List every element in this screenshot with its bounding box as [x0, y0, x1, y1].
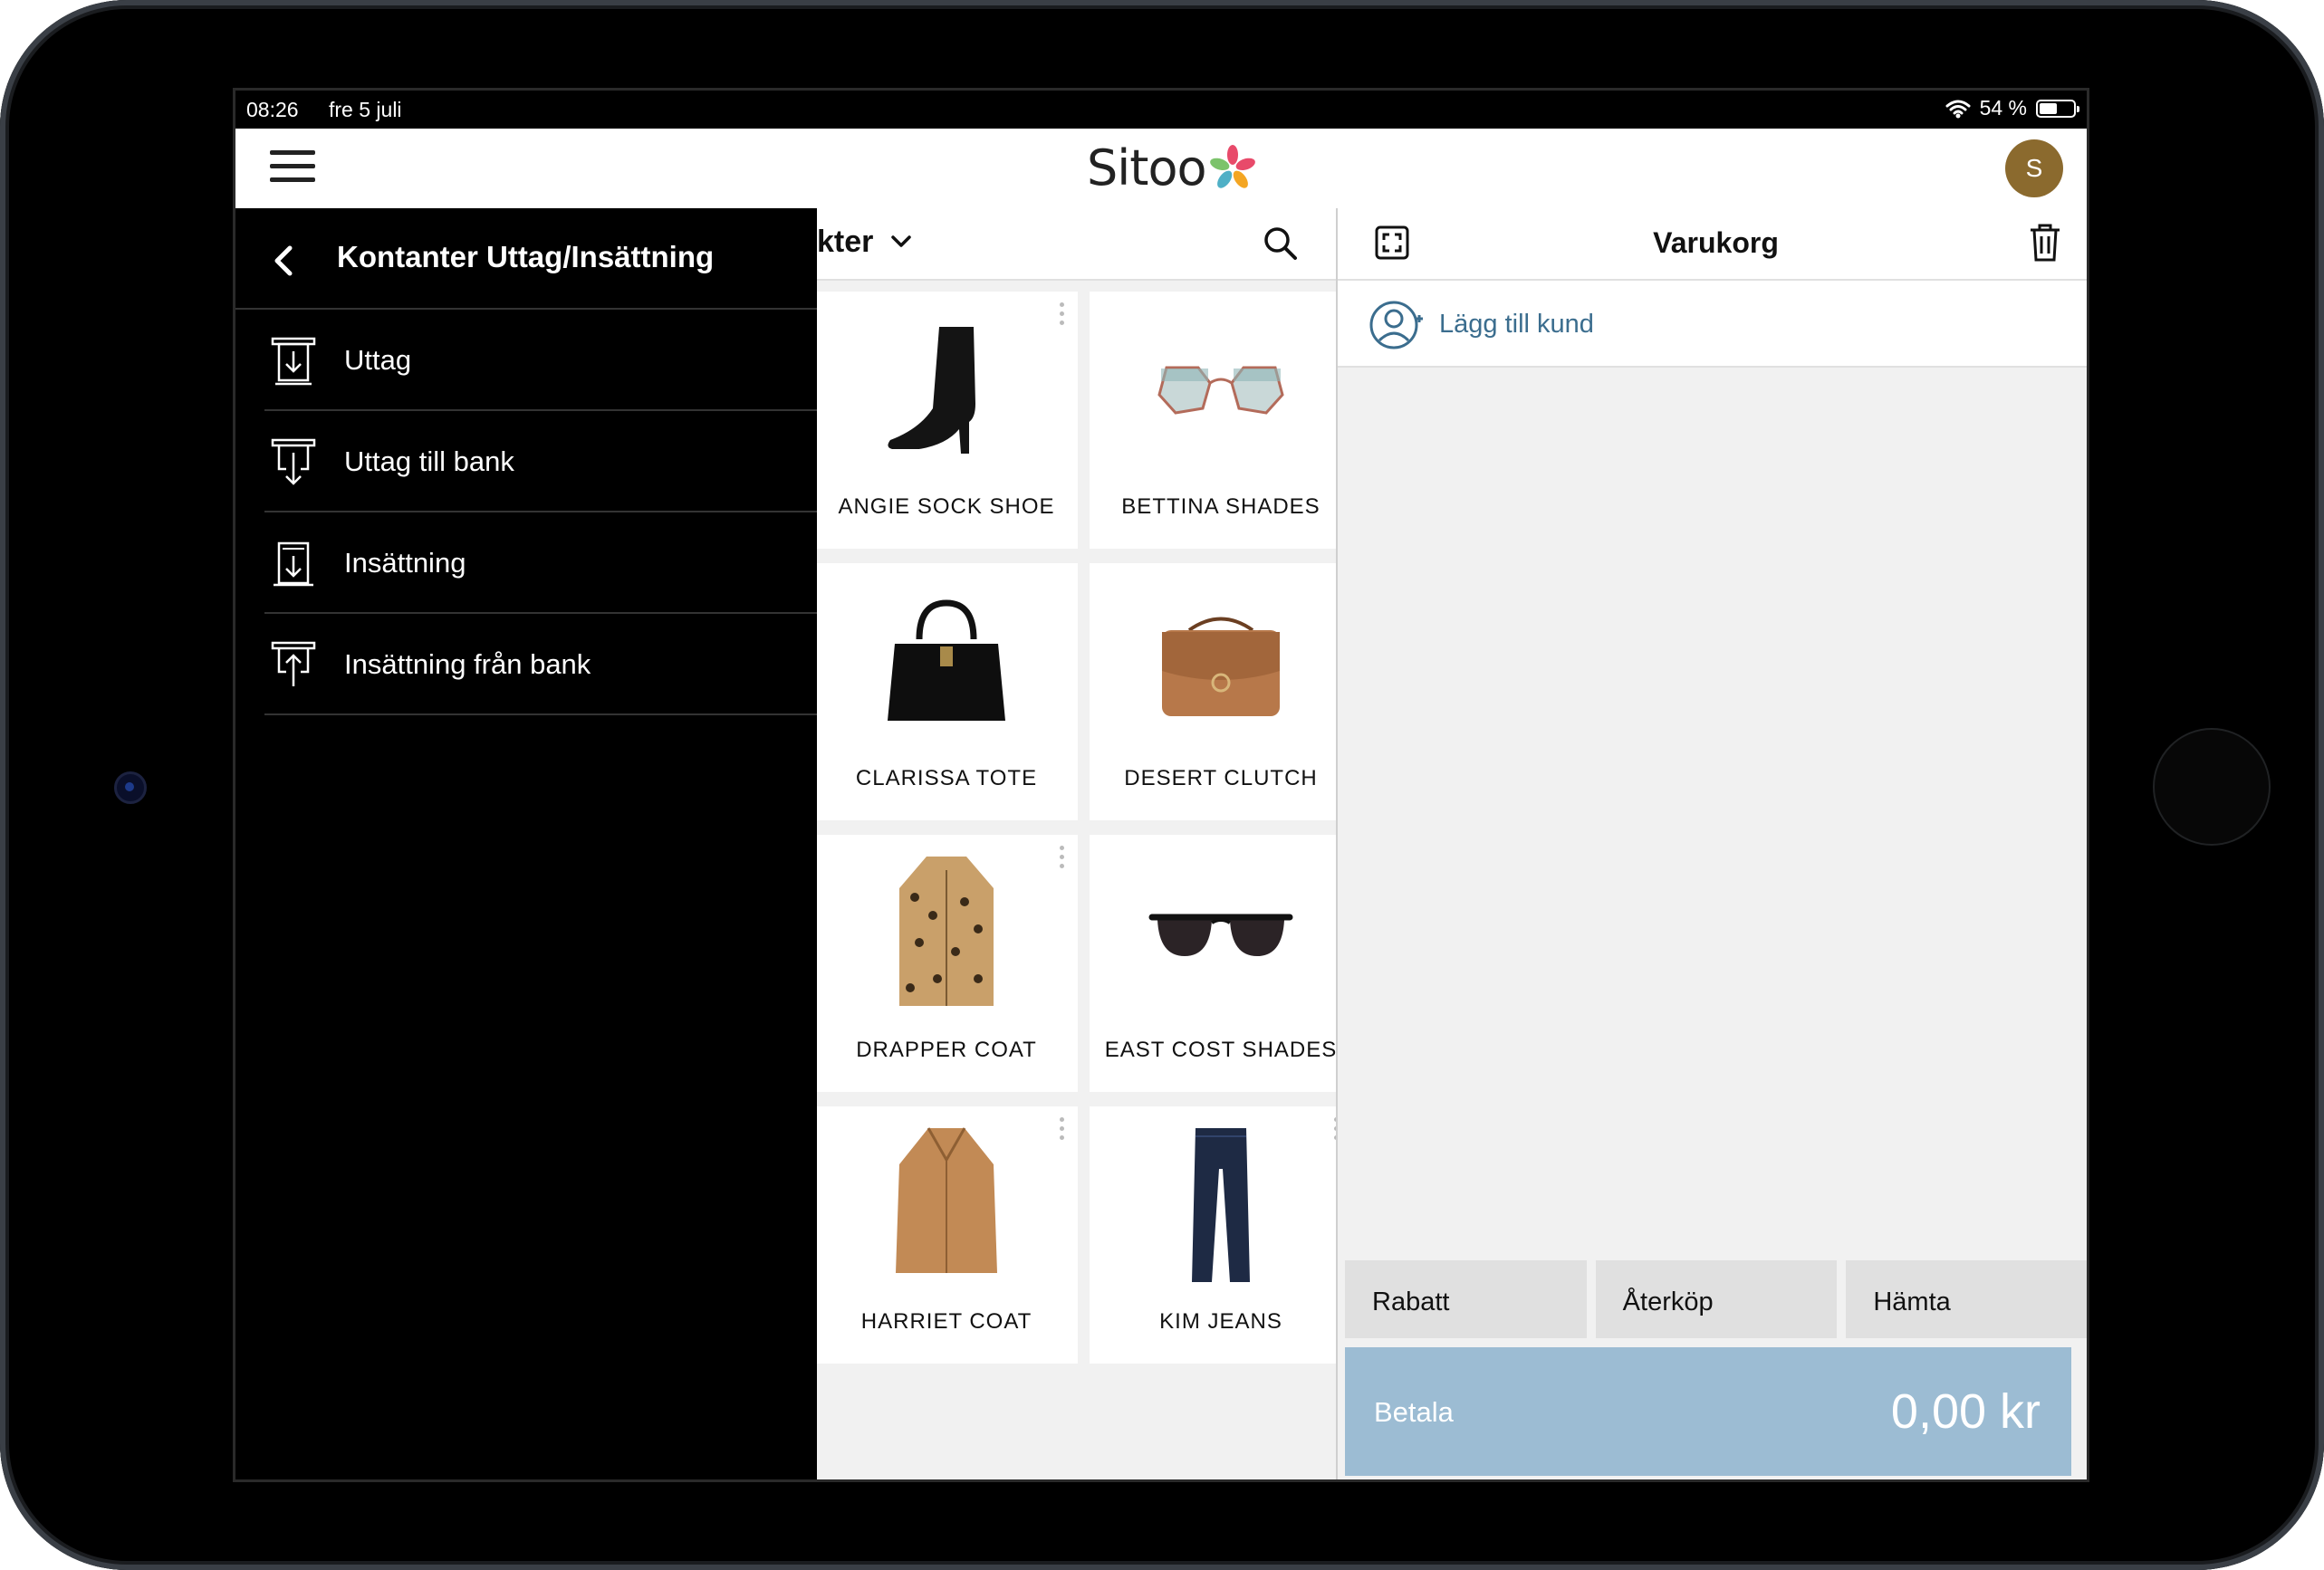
menu-item-uttag[interactable]: Uttag — [264, 310, 817, 411]
menu-icon[interactable] — [270, 150, 315, 187]
home-button[interactable] — [2153, 728, 2271, 846]
menu-item-uttag-till-bank[interactable]: Uttag till bank — [264, 411, 817, 512]
front-camera — [114, 771, 147, 804]
handbag-image — [815, 576, 1078, 748]
withdraw-to-bank-icon — [271, 438, 316, 485]
product-name: HARRIET COAT — [860, 1309, 1032, 1334]
menu-item-label: Uttag — [344, 344, 412, 376]
status-time: 08:26 — [246, 98, 299, 121]
cart-actions: Rabatt Återköp Hämta — [1345, 1260, 2087, 1338]
products-panel: kter ANGIE SOCK SHOE BETTINA SHADES CLAR… — [815, 208, 1352, 1479]
side-menu-title: Kontanter Uttag/Insättning — [337, 240, 715, 273]
return-button[interactable]: Återköp — [1595, 1260, 1838, 1338]
tablet-frame: 08:26 fre 5 juli 54 % Sitoo S kter ANGIE… — [0, 0, 2324, 1570]
status-date: fre 5 juli — [329, 98, 402, 121]
product-name: ANGIE SOCK SHOE — [838, 494, 1055, 519]
product-tile[interactable]: CLARISSA TOTE — [815, 563, 1078, 820]
sunglasses-image — [1090, 847, 1352, 1020]
menu-item-insattning-fran-bank[interactable]: Insättning från bank — [264, 614, 817, 715]
product-name: EAST COST SHADES — [1104, 1038, 1338, 1062]
product-name: DESERT CLUTCH — [1124, 766, 1318, 790]
cart-panel: Varukorg Lägg till kund Rabatt Återköp H… — [1336, 208, 2087, 1479]
side-menu: Kontanter Uttag/Insättning Uttag Uttag t… — [235, 208, 817, 1479]
app-header: Sitoo S — [235, 129, 2087, 210]
product-tile[interactable]: ANGIE SOCK SHOE — [815, 292, 1078, 549]
jeans-image — [1090, 1119, 1352, 1291]
battery-percent: 54 % — [1979, 96, 2027, 120]
flower-logo-icon — [1209, 144, 1255, 188]
product-tile[interactable]: DESERT CLUTCH — [1090, 563, 1352, 820]
product-tile[interactable]: HARRIET COAT — [815, 1106, 1078, 1364]
search-icon[interactable] — [1262, 225, 1300, 263]
cart-title: Varukorg — [1653, 226, 1779, 259]
withdraw-icon — [271, 337, 316, 386]
sunglasses-image — [1090, 304, 1352, 476]
deposit-icon — [274, 541, 313, 587]
product-tile[interactable]: BETTINA SHADES — [1090, 292, 1352, 549]
back-arrow-icon[interactable] — [268, 243, 299, 279]
product-name: BETTINA SHADES — [1121, 494, 1320, 519]
products-title[interactable]: kter — [817, 225, 873, 260]
add-customer-button[interactable]: Lägg till kund — [1338, 281, 2087, 368]
product-tile[interactable]: DRAPPER COAT — [815, 835, 1078, 1092]
user-avatar[interactable]: S — [2005, 139, 2063, 197]
camel-coat-image — [815, 1119, 1078, 1291]
product-tile[interactable]: KIM JEANS — [1090, 1106, 1352, 1364]
battery-icon — [2036, 99, 2079, 118]
menu-item-label: Insättning — [344, 547, 466, 579]
pay-amount: 0,00 kr — [1890, 1384, 2041, 1439]
menu-item-label: Uttag till bank — [344, 445, 514, 477]
product-name: CLARISSA TOTE — [855, 766, 1038, 790]
chevron-down-icon[interactable] — [888, 228, 915, 255]
discount-button[interactable]: Rabatt — [1345, 1260, 1587, 1338]
cart-header: Varukorg — [1338, 208, 2087, 281]
status-bar: 08:26 fre 5 juli 54 % — [235, 91, 2087, 129]
fetch-button[interactable]: Hämta — [1846, 1260, 2087, 1338]
add-customer-label: Lägg till kund — [1439, 310, 1594, 339]
trash-icon[interactable] — [2029, 223, 2061, 263]
wifi-icon — [1945, 100, 1971, 118]
leopard-coat-image — [815, 847, 1078, 1020]
product-name: DRAPPER COAT — [856, 1038, 1037, 1062]
boot-image — [815, 304, 1078, 476]
deposit-from-bank-icon — [271, 641, 316, 686]
menu-item-insattning[interactable]: Insättning — [264, 512, 817, 614]
menu-item-label: Insättning från bank — [344, 648, 591, 680]
pay-button[interactable]: Betala 0,00 kr — [1345, 1347, 2071, 1476]
sitoo-logo: Sitoo — [1087, 139, 1259, 196]
pay-label: Betala — [1374, 1396, 1454, 1428]
product-name: KIM JEANS — [1159, 1309, 1282, 1334]
clutch-image — [1090, 576, 1352, 748]
products-header: kter — [815, 208, 1336, 281]
add-user-icon — [1369, 301, 1423, 349]
app-screen: 08:26 fre 5 juli 54 % Sitoo S kter ANGIE… — [233, 88, 2089, 1482]
product-tile[interactable]: EAST COST SHADES — [1090, 835, 1352, 1092]
